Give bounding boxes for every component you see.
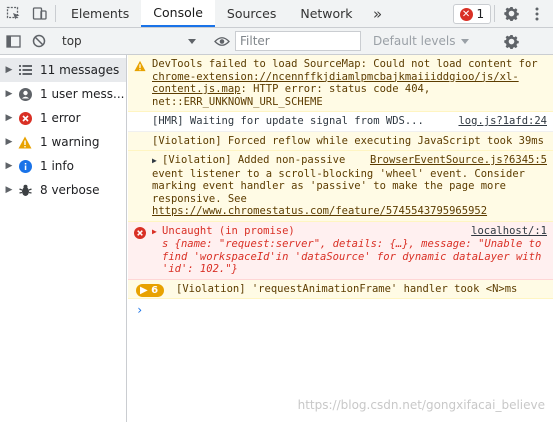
sidebar-item-label: 1 warning [40,135,100,149]
show-sidebar-icon[interactable] [0,28,26,55]
message-text: DevTools failed to load SourceMap: Could… [152,58,538,70]
more-options-icon[interactable] [524,0,550,27]
error-icon: ✕ [459,7,473,21]
console-toolbar: top Default levels [0,28,553,55]
expand-arrow-icon[interactable]: ▶ [0,65,18,75]
expand-arrow-icon[interactable]: ▶ [0,185,18,195]
user-icon [18,87,32,101]
sidebar-item-verbose[interactable]: ▶ 8 verbose [0,178,126,202]
toolbar-divider [55,5,56,22]
message-text: [HMR] Waiting for update signal from WDS… [152,115,424,127]
device-toolbar-icon[interactable] [26,0,52,27]
sidebar-item-info[interactable]: ▶ 1 info [0,154,126,178]
sidebar-item-label: 1 user mess... [40,87,125,101]
warning-icon [18,135,32,149]
chromestatus-link[interactable]: https://www.chromestatus.com/feature/574… [152,205,487,217]
sidebar-item-user-messages[interactable]: ▶ 1 user mess... [0,82,126,106]
expand-arrow-icon[interactable]: ▶ [0,89,18,99]
error-heading: Uncaught (in promise) [162,224,295,237]
expand-arrow-icon[interactable]: ▶ [0,113,18,123]
error-count-badge[interactable]: ✕ 1 [452,4,492,24]
console-sidebar: ▶ 11 messages ▶ 1 user mess... ▶ 1 error… [0,55,127,422]
devtools-tab-bar: Elements Console Sources Network » ✕ 1 [0,0,553,28]
error-details: s {name: "request:server", details: {…},… [162,238,542,275]
bug-icon [18,183,32,197]
sidebar-item-label: 11 messages [40,63,120,77]
sidebar-item-errors[interactable]: ▶ 1 error [0,106,126,130]
repeat-count: 6 [151,284,159,296]
console-message-violation[interactable]: [Violation] Forced reflow while executin… [128,131,553,151]
sidebar-item-messages[interactable]: ▶ 11 messages [0,58,126,82]
message-text: [Violation] Forced reflow while executin… [152,134,544,147]
error-icon [134,226,146,239]
tab-network[interactable]: Network [288,0,364,27]
sidebar-item-label: 1 info [40,159,74,173]
message-source-link[interactable]: BrowserEventSource.js?6345:5 [362,154,547,167]
watermark: https://blog.csdn.net/gongxifacai_believ… [297,398,545,412]
dropdown-arrow-icon [461,38,470,44]
log-levels-select[interactable]: Default levels [365,34,491,48]
toolbar-divider [494,5,496,22]
sidebar-item-label: 1 error [40,111,81,125]
console-message-warning[interactable]: DevTools failed to load SourceMap: Could… [128,55,553,112]
filter-input[interactable] [235,31,361,51]
tab-elements[interactable]: Elements [59,0,141,27]
tab-sources[interactable]: Sources [215,0,288,27]
console-message-violation[interactable]: BrowserEventSource.js?6345:5 ▶ [Violation… [128,151,553,222]
list-icon [18,63,32,77]
warning-icon [134,60,146,72]
console-message-log[interactable]: log.js?1afd:24 [HMR] Waiting for update … [128,112,553,132]
console-prompt[interactable]: › [128,299,553,322]
settings-gear-icon[interactable] [498,0,524,27]
log-levels-value: Default levels [373,34,456,48]
sidebar-item-warnings[interactable]: ▶ 1 warning [0,130,126,154]
expand-triangle-icon[interactable]: ▶ [152,226,162,239]
dropdown-arrow-icon [188,38,196,44]
message-text: [Violation] 'requestAnimationFrame' hand… [176,282,518,295]
expand-arrow-icon[interactable]: ▶ [0,137,18,147]
expand-triangle-icon[interactable]: ▶ [152,155,162,168]
console-settings-gear-icon[interactable] [498,28,524,55]
prompt-chevron-icon: › [136,303,144,317]
console-message-error[interactable]: localhost/:1 ▶ Uncaught (in promise) s {n… [128,221,553,280]
repeat-count-badge: ▶ 6 [136,283,164,297]
console-messages: DevTools failed to load SourceMap: Could… [128,55,553,422]
message-source-link[interactable]: localhost/:1 [463,225,547,238]
inspect-element-icon[interactable] [0,0,26,27]
live-expression-eye-icon[interactable] [209,28,235,55]
info-icon [18,159,32,173]
clear-console-icon[interactable] [26,28,52,55]
expand-arrow-icon[interactable]: ▶ [0,161,18,171]
console-message-violation-group[interactable]: ▶ 6 [Violation] 'requestAnimationFrame' … [128,279,553,299]
more-tabs-button[interactable]: » [365,0,391,27]
context-select-value: top [62,34,82,48]
context-select[interactable]: top [52,31,202,51]
sidebar-item-label: 8 verbose [40,183,100,197]
message-source-link[interactable]: log.js?1afd:24 [450,115,547,128]
error-count: 1 [476,7,485,21]
tab-console[interactable]: Console [141,0,215,27]
error-icon [18,111,32,125]
